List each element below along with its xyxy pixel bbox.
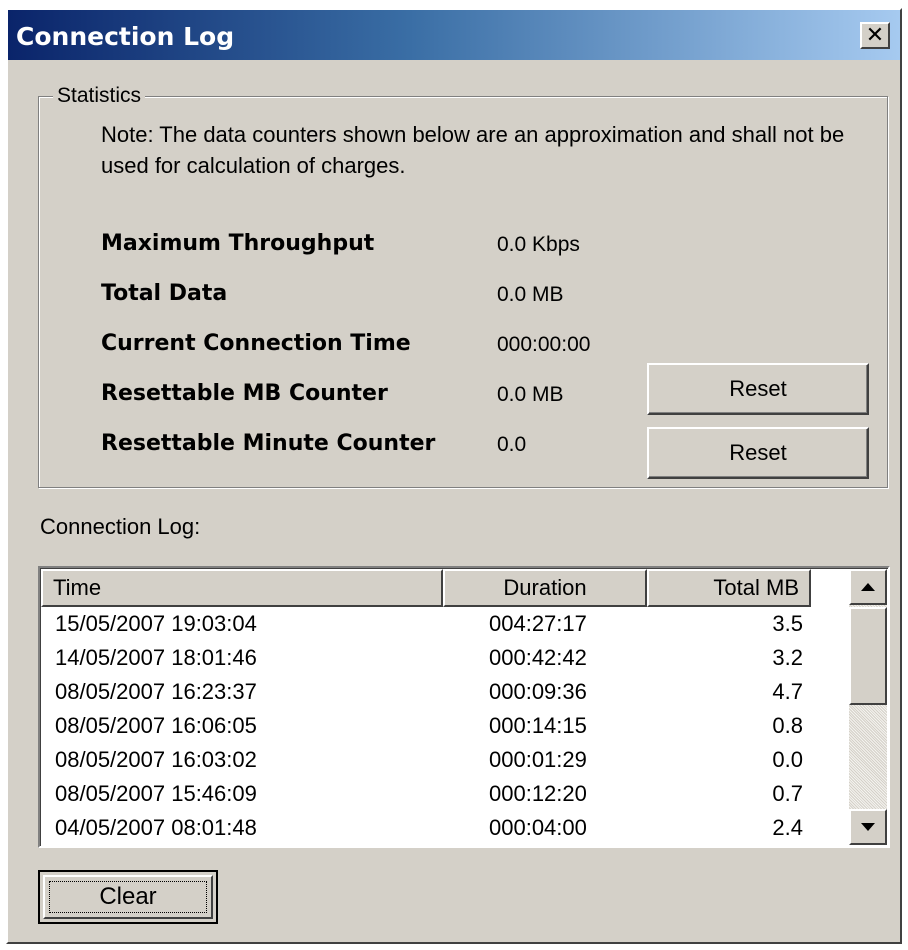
cell-duration: 000:12:20	[489, 781, 587, 806]
cell-total-mb: 0.0	[772, 747, 803, 772]
max-throughput-value: 0.0 Kbps	[497, 233, 580, 256]
resettable-minute-counter-label: Resettable Minute Counter	[101, 431, 436, 456]
list-rows: 15/05/2007 19:03:04 004:27:17 3.5 14/05/…	[41, 609, 851, 846]
scroll-down-button[interactable]	[849, 809, 887, 845]
cell-time: 08/05/2007 16:03:02	[55, 747, 257, 772]
list-header: Time Duration Total MB	[41, 569, 851, 607]
list-row[interactable]: 15/05/2007 19:03:04 004:27:17 3.5	[41, 609, 851, 643]
scroll-up-button[interactable]	[849, 569, 887, 605]
list-row[interactable]: 04/05/2007 08:01:48 000:04:00 2.4	[41, 813, 851, 846]
connection-log-window: Connection Log ✕ Statistics Note: The da…	[6, 8, 902, 944]
list-row[interactable]: 14/05/2007 18:01:46 000:42:42 3.2	[41, 643, 851, 677]
total-data-label: Total Data	[101, 281, 228, 306]
cell-total-mb: 2.4	[772, 815, 803, 840]
list-row[interactable]: 08/05/2007 16:06:05 000:14:15 0.8	[41, 711, 851, 745]
statistics-groupbox: Statistics Note: The data counters shown…	[38, 84, 888, 488]
cell-time: 08/05/2007 16:23:37	[55, 679, 257, 704]
reset-minute-counter-button[interactable]: Reset	[647, 427, 869, 479]
cell-total-mb: 3.2	[772, 645, 803, 670]
list-row[interactable]: 08/05/2007 15:46:09 000:12:20 0.7	[41, 779, 851, 813]
resettable-mb-counter-value: 0.0 MB	[497, 383, 564, 406]
column-header-duration[interactable]: Duration	[443, 569, 647, 607]
statistics-legend: Statistics	[53, 84, 146, 108]
connection-log-label: Connection Log:	[40, 514, 201, 539]
current-connection-time-label: Current Connection Time	[101, 331, 411, 356]
connection-log-list[interactable]: Time Duration Total MB 15/05/2007 19:03:…	[38, 566, 890, 848]
cell-time: 08/05/2007 16:06:05	[55, 713, 257, 738]
column-header-time[interactable]: Time	[41, 569, 443, 607]
list-row[interactable]: 08/05/2007 16:03:02 000:01:29 0.0	[41, 745, 851, 779]
cell-duration: 000:14:15	[489, 713, 587, 738]
cell-time: 08/05/2007 15:46:09	[55, 781, 257, 806]
title-bar[interactable]: Connection Log ✕	[8, 10, 900, 60]
cell-total-mb: 3.5	[772, 611, 803, 636]
clear-button-label: Clear	[99, 883, 157, 910]
reset-mb-counter-button[interactable]: Reset	[647, 363, 869, 415]
cell-duration: 000:42:42	[489, 645, 587, 670]
cell-duration: 000:09:36	[489, 679, 587, 704]
cell-total-mb: 4.7	[772, 679, 803, 704]
current-connection-time-value: 000:00:00	[497, 333, 591, 356]
cell-duration: 000:01:29	[489, 747, 587, 772]
scroll-up-arrow-icon	[861, 583, 875, 591]
cell-time: 14/05/2007 18:01:46	[55, 645, 257, 670]
total-data-value: 0.0 MB	[497, 283, 564, 306]
cell-total-mb: 0.7	[772, 781, 803, 806]
scrollbar-thumb[interactable]	[849, 607, 887, 705]
cell-duration: 000:04:00	[489, 815, 587, 840]
list-row[interactable]: 08/05/2007 16:23:37 000:09:36 4.7	[41, 677, 851, 711]
vertical-scrollbar[interactable]	[849, 569, 887, 845]
reset-button-label: Reset	[729, 376, 787, 401]
close-icon: ✕	[865, 22, 885, 48]
cell-time: 15/05/2007 19:03:04	[55, 611, 257, 636]
clear-button[interactable]: Clear	[38, 870, 218, 924]
resettable-mb-counter-label: Resettable MB Counter	[101, 381, 388, 406]
cell-duration: 004:27:17	[489, 611, 587, 636]
cell-total-mb: 0.8	[772, 713, 803, 738]
column-header-total-mb[interactable]: Total MB	[647, 569, 811, 607]
scroll-down-arrow-icon	[861, 823, 875, 831]
max-throughput-label: Maximum Throughput	[101, 231, 375, 256]
window-title: Connection Log	[16, 22, 235, 51]
statistics-note: Note: The data counters shown below are …	[101, 122, 845, 178]
resettable-minute-counter-value: 0.0	[497, 433, 527, 456]
reset-button-label: Reset	[729, 440, 787, 465]
close-button[interactable]: ✕	[860, 22, 890, 49]
cell-time: 04/05/2007 08:01:48	[55, 815, 257, 840]
